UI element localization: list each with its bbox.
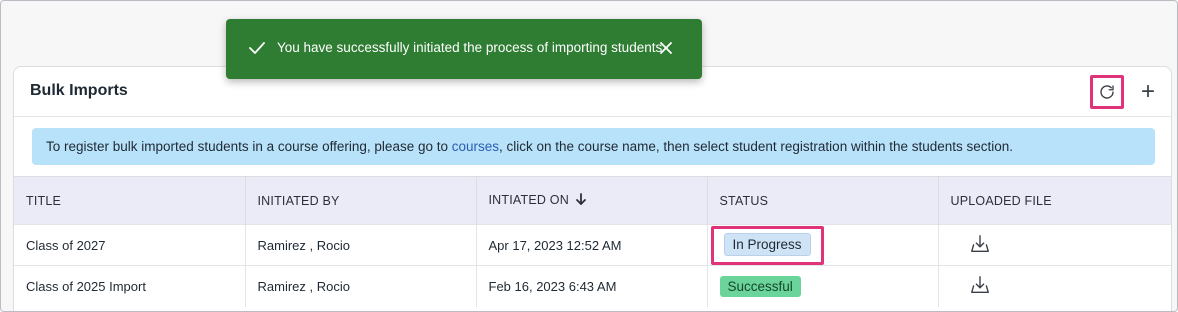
download-icon[interactable] xyxy=(969,274,991,299)
success-toast: You have successfully initiated the proc… xyxy=(226,19,702,79)
cell-status: In Progress xyxy=(707,224,939,266)
download-icon[interactable] xyxy=(969,233,991,258)
table-row[interactable]: Class of 2027 Ramirez , Rocio Apr 17, 20… xyxy=(14,224,1171,266)
refresh-icon xyxy=(1100,85,1114,99)
cell-initiated-on: Apr 17, 2023 12:52 AM xyxy=(476,224,708,266)
cell-status: Successful xyxy=(707,265,939,307)
col-header-initiated-on[interactable]: INTIATED ON xyxy=(476,176,708,225)
col-header-uploaded-file[interactable]: UPLOADED FILE xyxy=(938,176,1171,225)
bulk-imports-card: Bulk Imports + To register bulk imported… xyxy=(13,66,1172,311)
banner-text-after: , click on the course name, then select … xyxy=(499,139,1014,154)
sort-down-arrow-icon[interactable] xyxy=(575,192,587,209)
col-header-status[interactable]: STATUS xyxy=(707,176,939,225)
toast-message: You have successfully initiated the proc… xyxy=(277,40,663,55)
info-banner: To register bulk imported students in a … xyxy=(32,128,1155,165)
cell-initiated-by: Ramirez , Rocio xyxy=(245,265,477,307)
col-header-initiated-by[interactable]: INITIATED BY xyxy=(245,176,477,225)
status-highlight: In Progress xyxy=(710,225,824,265)
cell-uploaded-file xyxy=(938,265,1171,307)
cell-title: Class of 2025 Import xyxy=(14,265,246,307)
cell-initiated-on: Feb 16, 2023 6:43 AM xyxy=(476,265,708,307)
add-import-button[interactable]: + xyxy=(1131,75,1165,109)
close-icon[interactable] xyxy=(658,40,674,59)
table-header-row: TITLE INITIATED BY INTIATED ON STATUS UP… xyxy=(14,176,1171,225)
cell-title: Class of 2027 xyxy=(14,224,246,266)
check-icon xyxy=(248,40,266,59)
plus-icon: + xyxy=(1140,78,1155,105)
card-title: Bulk Imports xyxy=(30,82,128,99)
table-row[interactable]: Class of 2025 Import Ramirez , Rocio Feb… xyxy=(14,265,1171,307)
refresh-button[interactable] xyxy=(1090,75,1124,109)
status-badge: In Progress xyxy=(723,232,811,256)
status-badge: Successful xyxy=(719,275,801,297)
cell-initiated-by: Ramirez , Rocio xyxy=(245,224,477,266)
courses-link[interactable]: courses xyxy=(452,139,499,154)
app-frame: Bulk Imports + To register bulk imported… xyxy=(0,0,1178,312)
imports-table: TITLE INITIATED BY INTIATED ON STATUS UP… xyxy=(14,176,1171,307)
cell-uploaded-file xyxy=(938,224,1171,266)
col-header-title[interactable]: TITLE xyxy=(14,176,246,225)
banner-text-before: To register bulk imported students in a … xyxy=(46,139,452,154)
